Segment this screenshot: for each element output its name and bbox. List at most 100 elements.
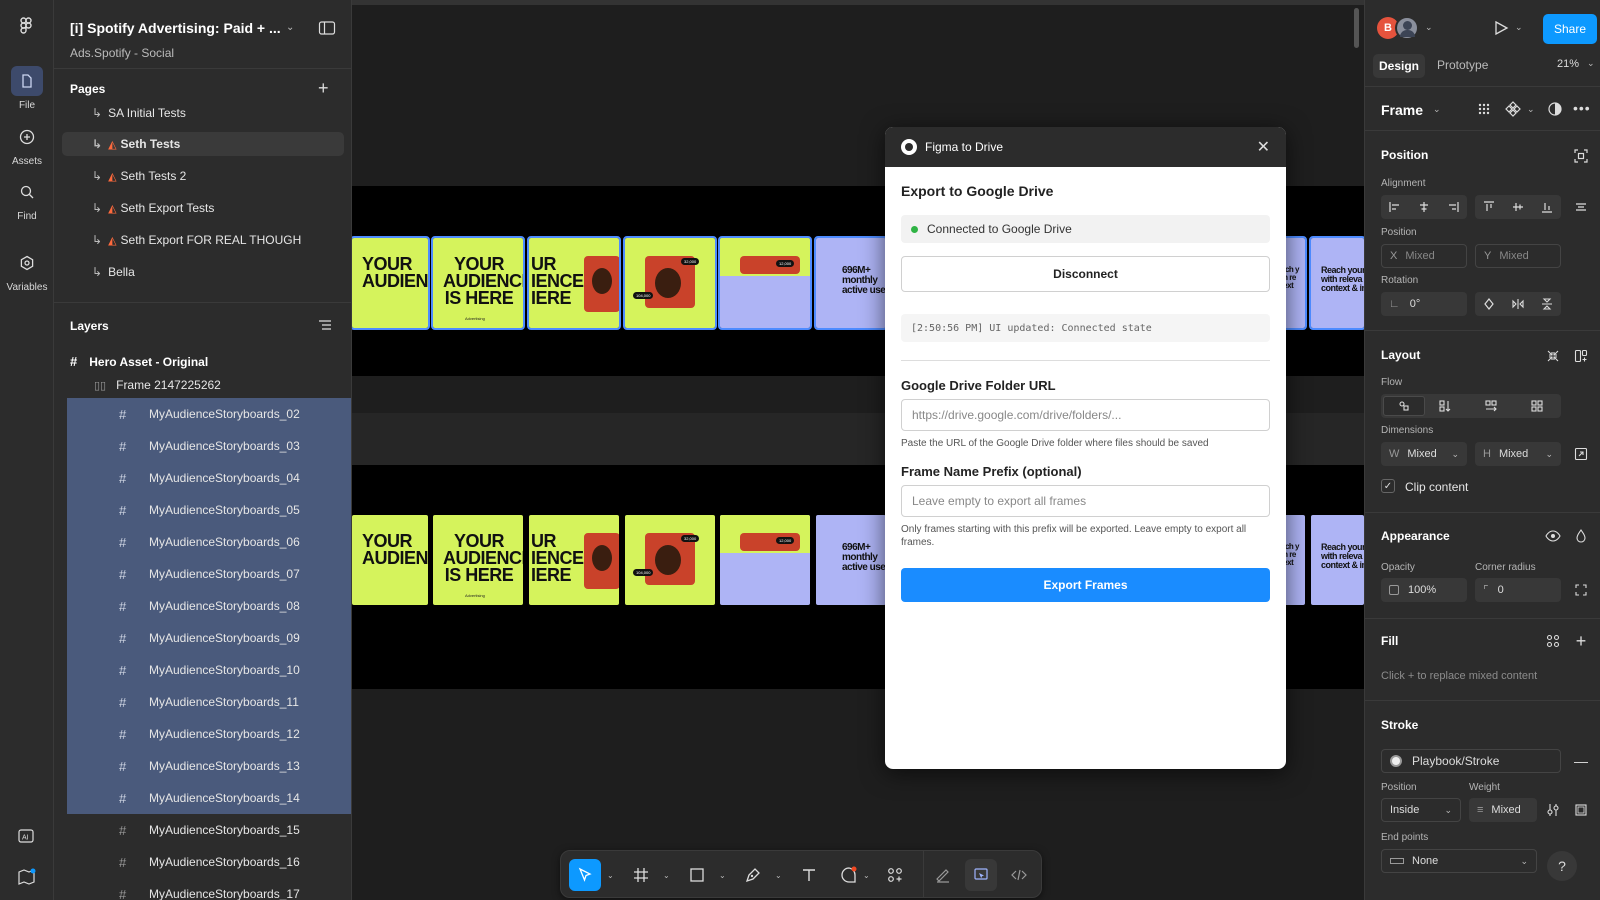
layer-row[interactable]: # MyAudienceStoryboards_02 (67, 398, 351, 430)
disconnect-button[interactable]: Disconnect (901, 256, 1270, 292)
layer-row[interactable]: # MyAudienceStoryboards_13 (67, 750, 351, 782)
align-left-icon[interactable] (1389, 201, 1401, 213)
rail-assets[interactable]: Assets (0, 122, 54, 167)
zoom-chevron-icon[interactable]: ⌄ (1587, 58, 1595, 69)
independent-corners-icon[interactable] (1569, 578, 1593, 602)
flip-vertical-icon[interactable] (1541, 298, 1553, 310)
avatars-chevron-icon[interactable]: ⌄ (1425, 22, 1433, 33)
layer-row[interactable]: # MyAudienceStoryboards_15 (67, 814, 351, 846)
share-button[interactable]: Share (1543, 14, 1597, 44)
add-fill-plus-icon[interactable]: + (1569, 629, 1593, 653)
avatar-photo[interactable] (1395, 16, 1419, 40)
present-play-icon[interactable] (1493, 20, 1509, 36)
distribute-icon[interactable] (1569, 195, 1593, 219)
stroke-weight-input[interactable]: ≡ Mixed (1469, 798, 1537, 822)
blend-mode-drop-icon[interactable] (1569, 524, 1593, 548)
remove-stroke-minus-icon[interactable]: — (1569, 749, 1593, 773)
layer-row[interactable]: # MyAudienceStoryboards_03 (67, 430, 351, 462)
move-tool-icon[interactable] (569, 859, 601, 891)
present-chevron-icon[interactable]: ⌄ (1515, 22, 1523, 33)
mask-icon[interactable] (1547, 101, 1563, 117)
layer-row[interactable]: # MyAudienceStoryboards_07 (67, 558, 351, 590)
layer-row[interactable]: # MyAudienceStoryboards_04 (67, 462, 351, 494)
storyboard-frame[interactable]: YOUR AUDIENCE IS HERE Advertising (433, 515, 523, 605)
rail-file[interactable]: File (0, 66, 54, 111)
canvas-scrollbar[interactable] (1354, 8, 1359, 48)
component-icon[interactable] (1505, 101, 1521, 117)
grid-icon[interactable] (1477, 102, 1491, 116)
rotation-input[interactable]: ∟ 0° (1381, 292, 1467, 316)
frame-tool-icon[interactable] (625, 859, 657, 891)
width-input[interactable]: W Mixed ⌄ (1381, 442, 1467, 466)
end-points-select[interactable]: None ⌄ (1381, 849, 1537, 873)
text-tool-icon[interactable] (793, 859, 825, 891)
layer-row[interactable]: # MyAudienceStoryboards_17 (67, 878, 351, 900)
layer-row[interactable]: # MyAudienceStoryboards_09 (67, 622, 351, 654)
storyboard-frame[interactable]: Reach your with releva context & in (1309, 236, 1364, 330)
flow-freeform-icon[interactable] (1383, 396, 1425, 416)
align-right-icon[interactable] (1447, 201, 1459, 213)
auto-layout-icon[interactable] (1569, 344, 1593, 368)
dev-mode-code-icon[interactable] (1003, 859, 1035, 891)
flip-horizontal-icon[interactable] (1512, 298, 1524, 310)
storyboard-frame[interactable]: UR IENCE IERE (529, 515, 619, 605)
page-item-seth-export-for-real[interactable]: ↳ ◭ Seth Export FOR REAL THOUGH (62, 228, 344, 252)
height-input[interactable]: H Mixed ⌄ (1475, 442, 1561, 466)
figma-menu-icon[interactable] (15, 16, 37, 38)
selection-type[interactable]: Frame (1381, 102, 1423, 118)
page-item-seth-export-tests[interactable]: ↳ ◭ Seth Export Tests (62, 196, 344, 220)
stroke-style-field[interactable]: Playbook/Stroke (1381, 749, 1561, 773)
y-input[interactable]: Y Mixed (1475, 244, 1561, 268)
add-page-plus-icon[interactable]: + (318, 79, 329, 97)
flow-vertical-icon[interactable] (1439, 400, 1451, 412)
flow-horizontal-icon[interactable] (1485, 400, 1497, 412)
component-chevron-icon[interactable]: ⌄ (1527, 104, 1535, 115)
export-frames-button[interactable]: Export Frames (901, 568, 1270, 602)
layer-row[interactable]: # MyAudienceStoryboards_14 (67, 782, 351, 814)
align-top-icon[interactable] (1483, 201, 1495, 213)
help-button[interactable]: ? (1547, 851, 1577, 881)
align-center-h-icon[interactable] (1418, 201, 1430, 213)
collapse-layers-icon[interactable] (318, 318, 332, 332)
layer-row[interactable]: # MyAudienceStoryboards_11 (67, 686, 351, 718)
visibility-eye-icon[interactable] (1541, 524, 1565, 548)
selection-type-chevron-icon[interactable]: ⌄ (1433, 104, 1441, 115)
resize-to-fit-icon[interactable] (1569, 442, 1593, 466)
pen-tool-chevron-icon[interactable]: ⌄ (775, 871, 782, 880)
zoom-level[interactable]: 21% (1557, 58, 1579, 70)
rotate-90-icon[interactable] (1483, 298, 1495, 310)
page-item-sa-initial-tests[interactable]: ↳ SA Initial Tests (62, 98, 344, 120)
fill-styles-icon[interactable] (1541, 629, 1565, 653)
file-menu-chevron-icon[interactable]: ⌄ (286, 22, 294, 33)
folder-url-input[interactable]: https://drive.google.com/drive/folders/.… (901, 399, 1270, 431)
rail-find[interactable]: Find (0, 177, 54, 222)
storyboard-frame[interactable]: YOUR AUDIENCE (352, 236, 430, 330)
collapse-layout-icon[interactable] (1541, 344, 1565, 368)
page-item-seth-tests-2[interactable]: ↳ ◭ Seth Tests 2 (62, 164, 344, 188)
resources-icon[interactable] (17, 868, 37, 886)
layer-frame[interactable]: ▯▯ Frame 2147225262 (94, 378, 221, 392)
shape-tool-chevron-icon[interactable]: ⌄ (719, 871, 726, 880)
corner-radius-input[interactable]: ⌜ 0 (1475, 578, 1561, 602)
rail-variables[interactable]: Variables (0, 248, 54, 293)
comment-tool-chevron-icon[interactable]: ⌄ (863, 871, 870, 880)
page-item-seth-tests[interactable]: ↳ ◭ Seth Tests (62, 132, 344, 156)
layer-row[interactable]: # MyAudienceStoryboards_05 (67, 494, 351, 526)
clip-content-checkbox[interactable]: ✓ (1381, 479, 1395, 493)
storyboard-frame[interactable]: 12,000 (720, 515, 810, 605)
storyboard-frame[interactable]: 696M+ monthly active use (816, 515, 886, 605)
tab-design[interactable]: Design (1373, 54, 1425, 78)
layer-row[interactable]: # MyAudienceStoryboards_06 (67, 526, 351, 558)
design-mode-icon[interactable] (965, 859, 997, 891)
comment-tool-icon[interactable] (833, 859, 865, 891)
layer-row[interactable]: # MyAudienceStoryboards_16 (67, 846, 351, 878)
storyboard-frame[interactable]: UR IENCE IERE (527, 236, 621, 330)
pen-tool-icon[interactable] (737, 859, 769, 891)
close-icon[interactable]: ✕ (1257, 137, 1270, 157)
storyboard-frame[interactable]: 32,000 104,000 (623, 236, 717, 330)
x-input[interactable]: X Mixed (1381, 244, 1467, 268)
storyboard-frame[interactable]: 12,000 (718, 236, 812, 330)
align-bottom-icon[interactable] (1541, 201, 1553, 213)
rectangle-tool-icon[interactable] (681, 859, 713, 891)
stroke-settings-icon[interactable] (1541, 798, 1565, 822)
